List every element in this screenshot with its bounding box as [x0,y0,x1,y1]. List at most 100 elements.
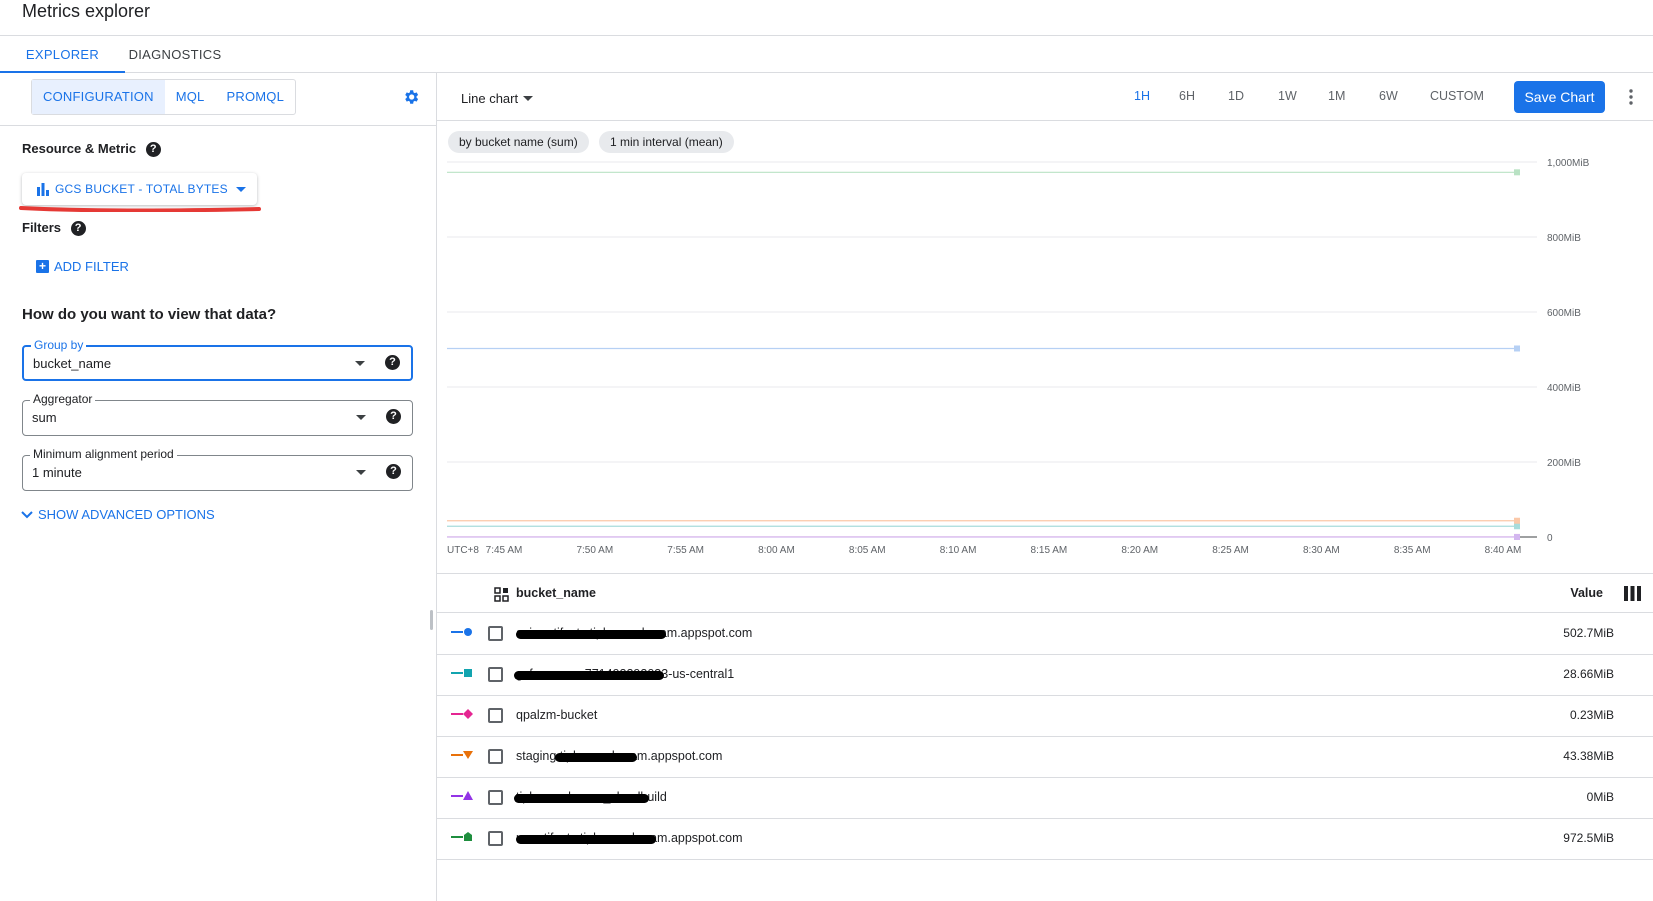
aggregator-value: sum [32,410,57,425]
range-1w[interactable]: 1W [1278,89,1297,103]
x-tick-label: 8:40 AM [1485,545,1522,556]
x-tick-label: 8:15 AM [1031,545,1068,556]
help-icon[interactable]: ? [70,221,86,237]
series-marker-icon [451,707,475,726]
row-checkbox[interactable] [488,790,503,805]
query-mode-selector: CONFIGURATION MQL PROMQL [31,79,297,115]
resource-metric-heading: Resource & Metric ? [22,141,161,158]
aggregator-field[interactable]: Aggregator sum ? [22,392,413,436]
show-advanced-options-label: SHOW ADVANCED OPTIONS [38,507,215,522]
help-icon[interactable]: ? [385,355,400,370]
series-end-marker [1514,169,1520,176]
table-row[interactable]: qpalzm-bucket 0.23MiB [437,696,1653,737]
table-row[interactable]: gcf-sources-771492292033-us-central128.6… [437,655,1653,696]
y-tick-label: 600MiB [1547,308,1581,319]
dropdown-arrow-icon[interactable] [356,415,366,420]
mode-configuration-button[interactable]: CONFIGURATION [32,80,165,114]
chevron-down-icon [235,186,246,192]
y-tick-label: 0 [1547,533,1553,544]
y-tick-label: 200MiB [1547,458,1581,469]
help-icon[interactable]: ? [386,464,401,479]
group-by-value: bucket_name [33,356,112,371]
group-by-chip[interactable]: by bucket name (sum) [448,131,589,153]
plus-icon: + [36,260,49,273]
more-options-icon[interactable] [1623,87,1639,107]
mode-mql-button[interactable]: MQL [165,80,216,114]
x-tick-label: 8:25 AM [1212,545,1249,556]
group-by-label: Group by [31,338,87,352]
save-chart-button[interactable]: Save Chart [1514,81,1605,113]
group-by-field[interactable]: Group by bucket_name ? [22,338,413,381]
red-underline-annotation [19,206,261,212]
series-marker-icon [451,748,475,767]
row-checkbox[interactable] [488,667,503,682]
table-row[interactable]: asia.artifacts.tiph-ooooharam.appspot.co… [437,614,1653,655]
panel-resize-handle[interactable] [430,610,433,630]
table-row[interactable]: us.artifacts.tiph-ooooharam.appspot.com9… [437,819,1653,860]
range-1h[interactable]: 1H [1134,89,1150,103]
line-chart: 0 200MiB 400MiB 600MiB 800MiB 1,000MiB UTC+8 7:… [447,158,1590,556]
gear-icon[interactable] [402,88,420,106]
x-tick-label: 8:05 AM [849,545,886,556]
help-icon[interactable]: ? [386,409,401,424]
x-tick-label: 8:30 AM [1303,545,1340,556]
series-end-marker [1514,345,1520,352]
series-marker-icon [451,830,475,849]
series-end-marker [1514,517,1520,524]
range-6h[interactable]: 6H [1179,89,1195,103]
configuration-panel: CONFIGURATION MQL PROMQL Resource & Metr… [0,73,437,901]
series-value: 502.7MiB [1563,626,1614,640]
table-row[interactable]: tiph-ooooharam_cloudbuild0MiB [437,778,1653,819]
y-tick-label: 1,000MiB [1547,158,1590,169]
dropdown-arrow-icon[interactable] [355,361,365,366]
add-filter-button[interactable]: + ADD FILTER [36,259,129,274]
y-tick-label: 400MiB [1547,383,1581,394]
column-header-value[interactable]: Value [1570,586,1603,600]
column-picker-icon[interactable] [494,587,509,602]
series-marker-icon [451,666,475,685]
series-value: 28.66MiB [1563,667,1614,681]
chart-type-dropdown[interactable]: Line chart [461,91,534,106]
row-checkbox[interactable] [488,626,503,641]
series-marker-icon [451,625,475,644]
metric-selector-button[interactable]: GCS BUCKET - TOTAL BYTES [22,173,257,205]
row-checkbox[interactable] [488,708,503,723]
tab-diagnostics[interactable]: DIAGNOSTICS [125,36,225,73]
show-advanced-options-button[interactable]: SHOW ADVANCED OPTIONS [20,507,215,522]
mode-promql-button[interactable]: PROMQL [215,80,295,114]
redaction-scribble [514,794,649,803]
row-checkbox[interactable] [488,749,503,764]
resource-metric-label: Resource & Metric [22,141,137,156]
series-value: 0.23MiB [1569,708,1614,722]
column-header-bucket-name[interactable]: bucket_name [516,586,596,600]
alignment-period-field[interactable]: Minimum alignment period 1 minute ? [22,447,413,491]
aggregator-label: Aggregator [30,392,96,406]
y-tick-label: 800MiB [1547,233,1581,244]
range-1d[interactable]: 1D [1228,89,1244,103]
view-heading: How do you want to view that data? [22,306,277,323]
tab-explorer[interactable]: EXPLORER [0,36,125,73]
range-6w[interactable]: 6W [1379,89,1398,103]
tab-bar: EXPLORER DIAGNOSTICS [0,36,1653,73]
columns-icon[interactable] [1624,586,1641,601]
filters-heading: Filters ? [22,220,86,237]
alignment-period-label: Minimum alignment period [30,447,177,461]
range-custom[interactable]: CUSTOM [1430,89,1484,103]
row-checkbox[interactable] [488,831,503,846]
help-icon[interactable]: ? [145,142,161,158]
redaction-scribble [555,753,637,762]
redaction-scribble [516,630,666,639]
filters-label: Filters [22,220,62,235]
top-bar: Metrics explorer [0,0,1653,36]
chevron-down-icon [523,96,534,101]
table-row[interactable]: staging.tiph-ooooharam.appspot.com43.38M… [437,737,1653,778]
timezone-label: UTC+8 [447,545,479,556]
x-tick-label: 8:00 AM [758,545,795,556]
series-end-marker [1514,523,1520,530]
series-value: 972.5MiB [1563,831,1614,845]
range-1m[interactable]: 1M [1328,89,1345,103]
dropdown-arrow-icon[interactable] [356,470,366,475]
interval-chip[interactable]: 1 min interval (mean) [599,131,734,153]
chevron-down-icon [21,510,33,518]
series-value: 43.38MiB [1563,749,1614,763]
